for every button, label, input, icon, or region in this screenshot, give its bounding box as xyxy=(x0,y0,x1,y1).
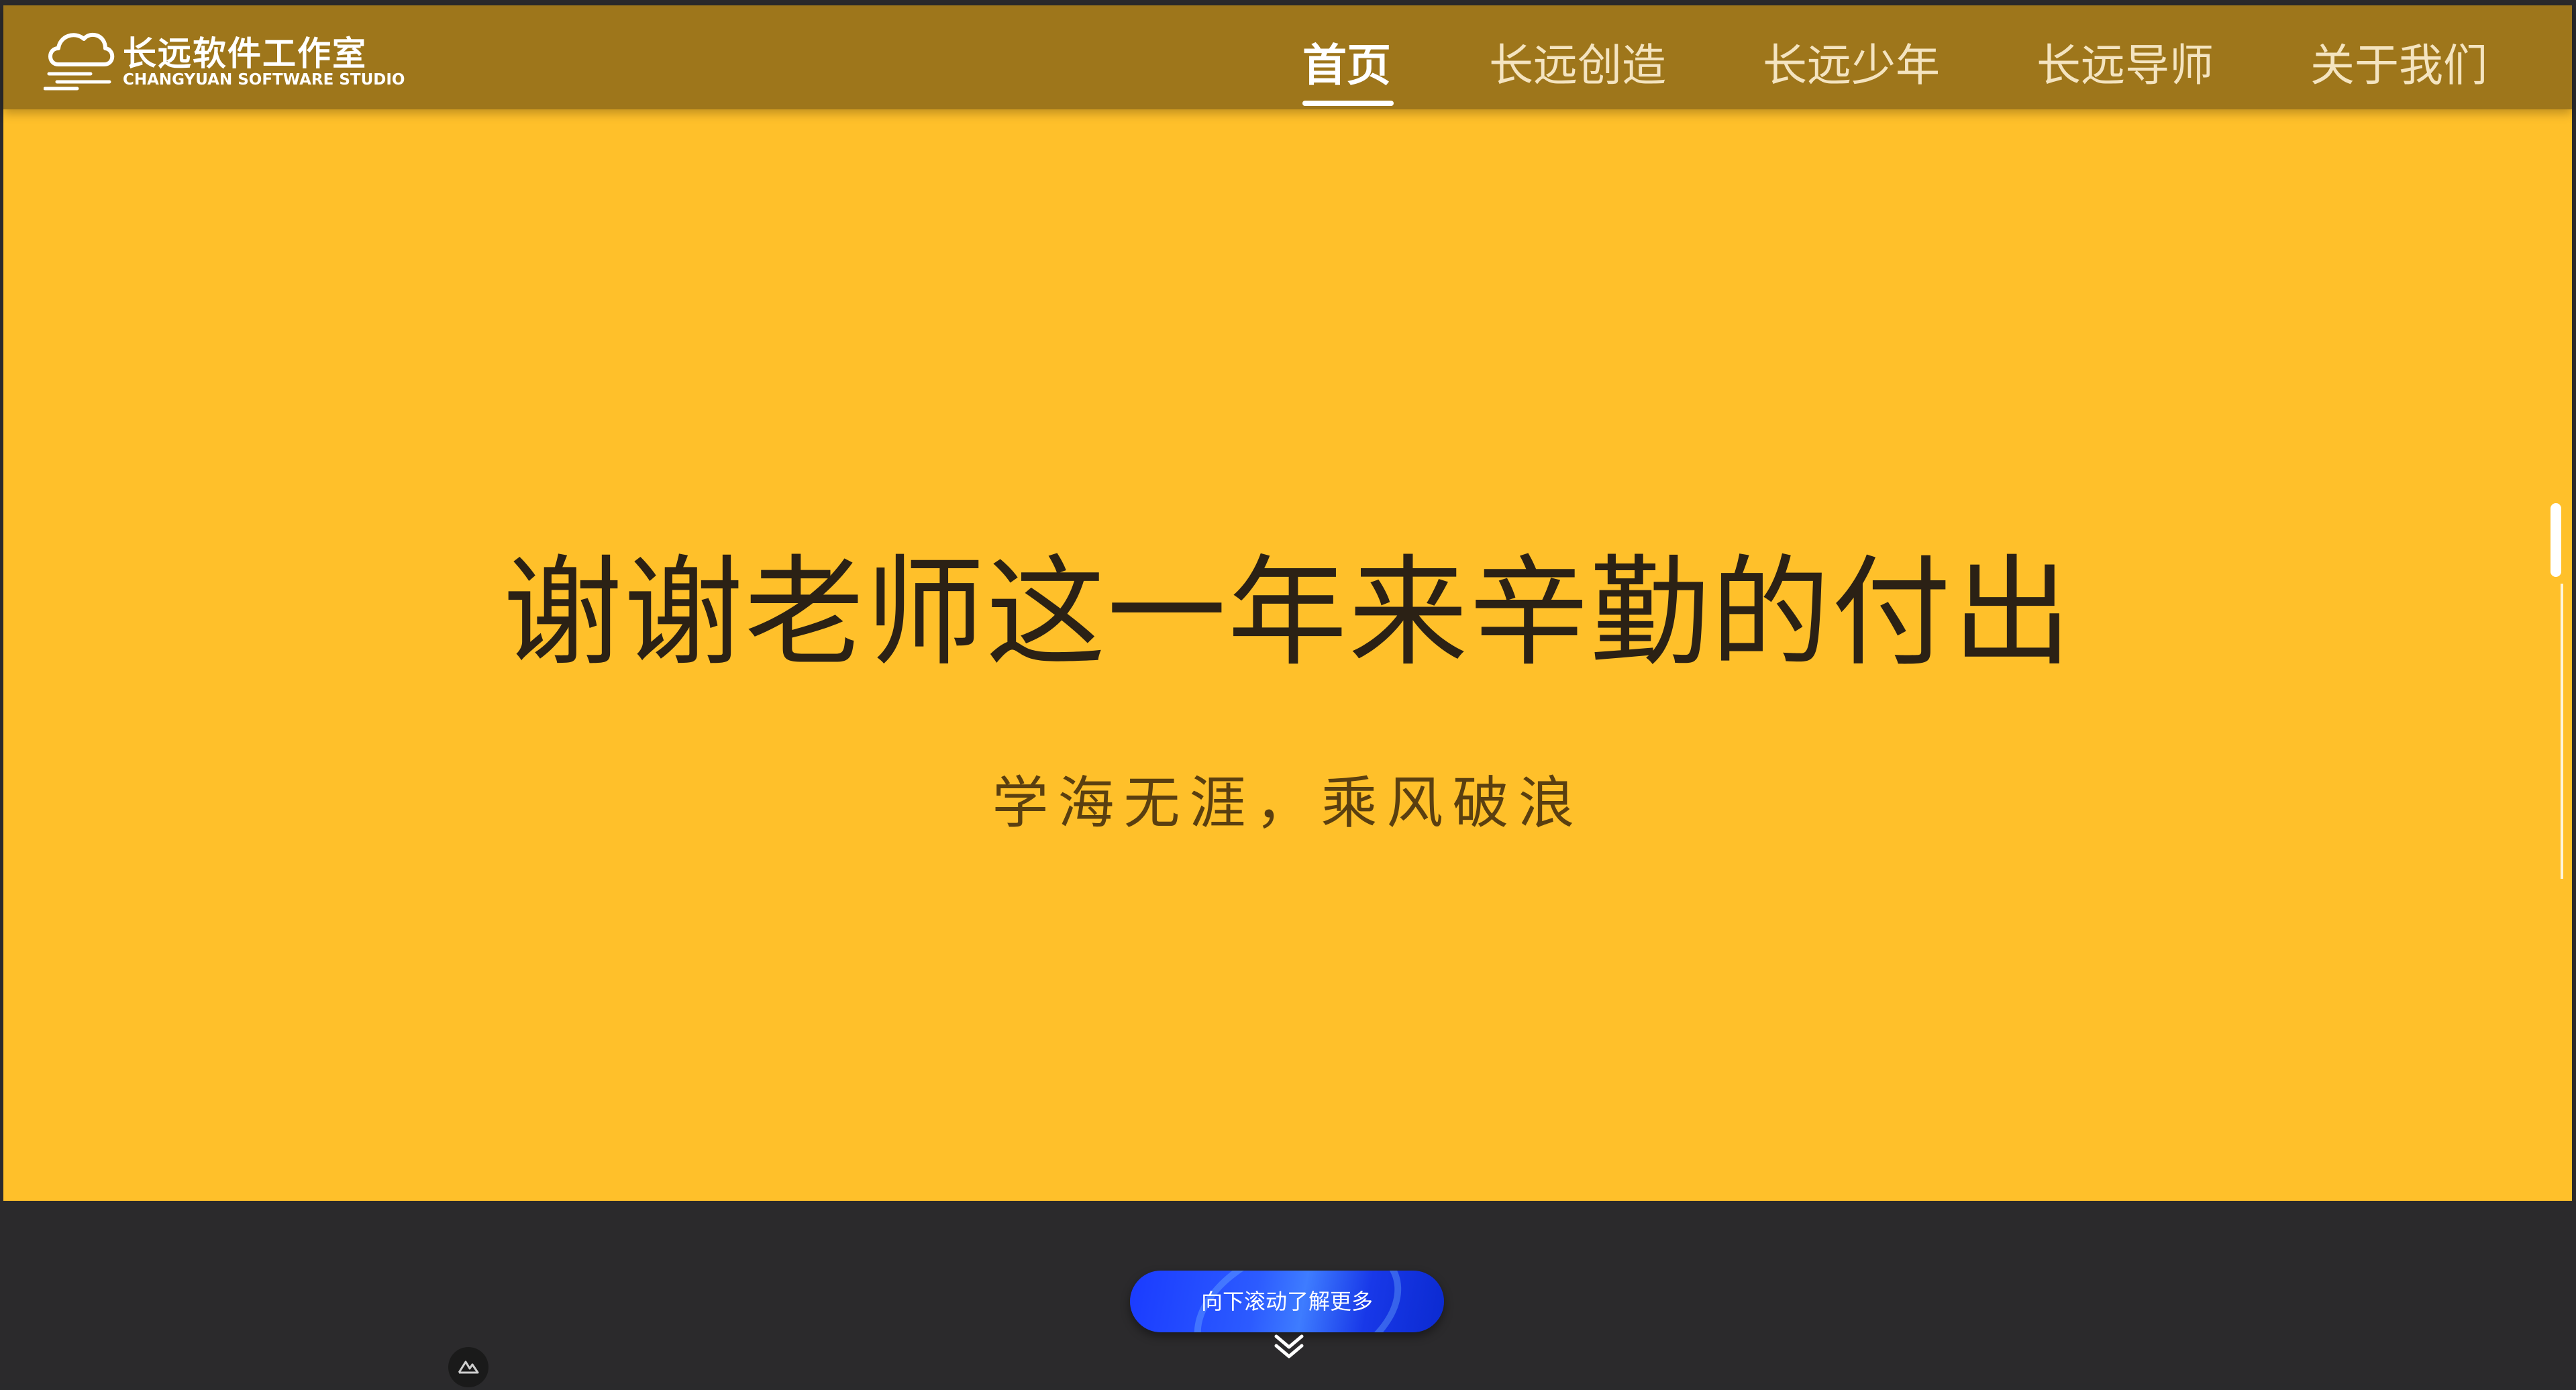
cloud-icon xyxy=(44,32,115,91)
nav-item-home[interactable]: 首页 xyxy=(1302,30,1391,94)
mountain-icon xyxy=(458,1360,479,1374)
devtools-badge-icon[interactable] xyxy=(448,1347,488,1387)
brand-subtitle: CHANGYUAN SOFTWARE STUDIO xyxy=(123,71,405,89)
scrollbar-track[interactable] xyxy=(2561,584,2563,879)
chevron-double-down-icon[interactable] xyxy=(1272,1332,1306,1362)
scroll-down-label: 向下滚动了解更多 xyxy=(1200,1289,1373,1314)
active-nav-underline xyxy=(1302,101,1394,106)
brand-name: 长远软件工作室 xyxy=(123,34,367,73)
top-navbar: 长远软件工作室 CHANGYUAN SOFTWARE STUDIO 首页 长远创… xyxy=(3,5,2572,109)
scrollbar-thumb[interactable] xyxy=(2551,503,2561,577)
nav-item-mentors[interactable]: 长远导师 xyxy=(2037,30,2214,94)
nav-item-create[interactable]: 长远创造 xyxy=(1489,30,1666,94)
brand-logo[interactable]: 长远软件工作室 CHANGYUAN SOFTWARE STUDIO xyxy=(44,21,405,95)
nav-item-youth[interactable]: 长远少年 xyxy=(1763,30,1940,94)
nav-item-about[interactable]: 关于我们 xyxy=(2310,30,2487,94)
scroll-down-button[interactable]: 向下滚动了解更多 xyxy=(1130,1271,1444,1332)
hero-title: 谢谢老师这一年来辛勤的付出 xyxy=(503,543,2073,682)
hero-subtitle: 学海无涯，乘风破浪 xyxy=(992,770,1584,836)
